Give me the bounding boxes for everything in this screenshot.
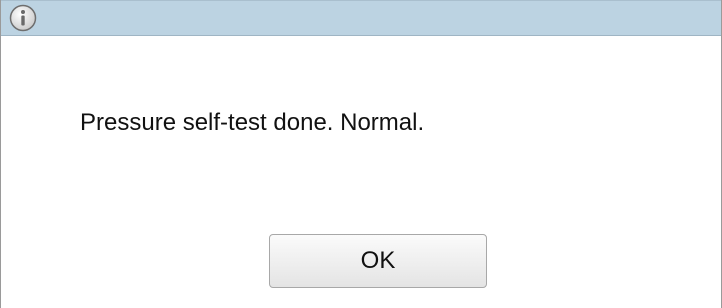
info-dialog: Pressure self-test done. Normal. OK: [0, 0, 722, 308]
ok-button[interactable]: OK: [269, 234, 487, 288]
info-icon: [9, 4, 37, 32]
dialog-message: Pressure self-test done. Normal.: [80, 109, 425, 136]
title-bar: [1, 0, 721, 36]
